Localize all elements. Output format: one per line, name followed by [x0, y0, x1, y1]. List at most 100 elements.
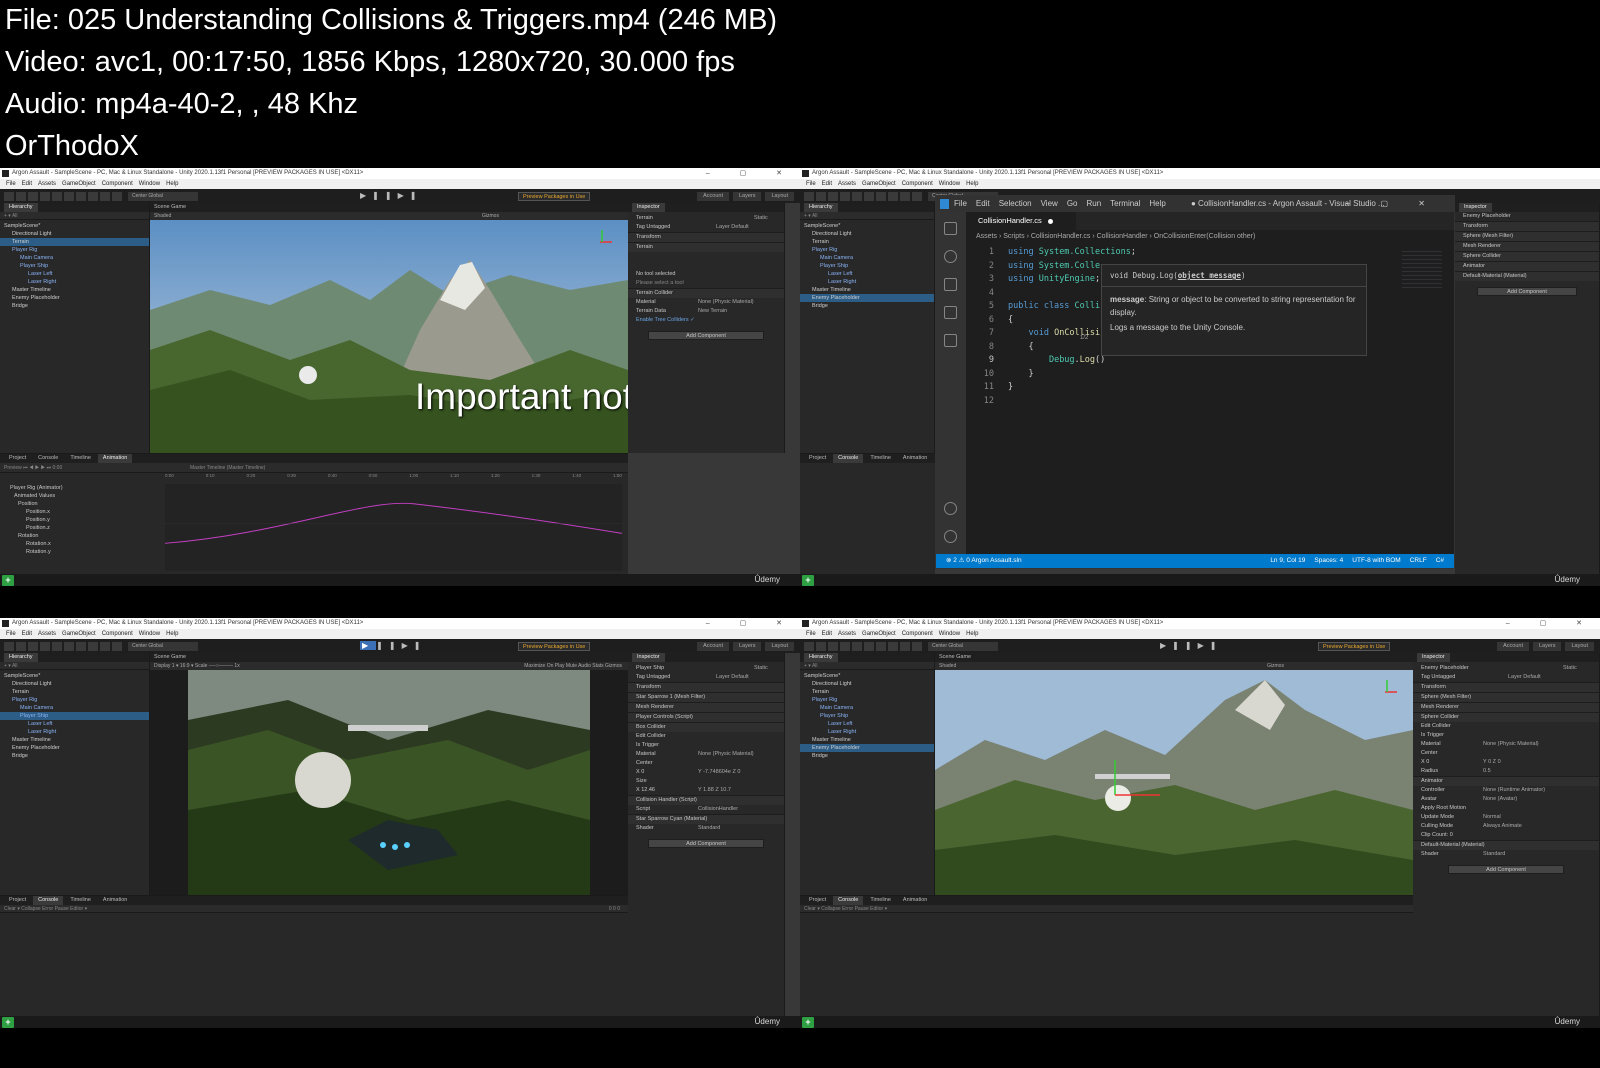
tab-project[interactable]: Project [4, 896, 31, 905]
hierarchy-item[interactable]: Terrain [0, 688, 149, 696]
extensions-icon[interactable] [944, 334, 957, 347]
static-toggle[interactable]: Static [1563, 664, 1577, 673]
hierarchy-item[interactable]: Enemy Placeholder [800, 294, 934, 302]
menu-window[interactable]: Window [939, 181, 960, 187]
static-toggle[interactable]: Static [754, 214, 768, 223]
menu-help[interactable]: Help [166, 181, 178, 187]
hierarchy-item[interactable]: Terrain [800, 688, 934, 696]
anim-property[interactable]: Position [10, 500, 165, 508]
hierarchy-item[interactable]: Main Camera [0, 254, 149, 262]
hierarchy-item[interactable]: SampleScene* [800, 222, 934, 230]
account-dropdown[interactable]: Account [697, 192, 729, 201]
hierarchy-item[interactable]: Master Timeline [0, 286, 149, 294]
hierarchy-item[interactable]: Terrain [800, 238, 934, 246]
anim-property[interactable]: Rotation [10, 532, 165, 540]
tab-timeline[interactable]: Timeline [865, 896, 896, 905]
tab-inspector[interactable]: Inspector [1417, 653, 1450, 662]
inspector-component[interactable]: Transform [1455, 221, 1599, 231]
transform-tools[interactable] [4, 192, 124, 201]
hierarchy-item[interactable]: Terrain [0, 238, 149, 246]
hierarchy-item[interactable]: Player Ship [0, 262, 149, 270]
hierarchy-search[interactable]: + ▾ All [0, 212, 149, 220]
menu-file[interactable]: File [806, 181, 816, 187]
tab-timeline[interactable]: Timeline [865, 454, 896, 463]
play-icon[interactable]: ▶ [360, 191, 372, 200]
component-transform[interactable]: Transform [628, 232, 784, 242]
inspector-component[interactable]: Animator [1455, 261, 1599, 271]
material-field[interactable]: None (Physic Material) [698, 298, 754, 307]
scene-view[interactable]: Scene Game Shaded Gizmos Important note! [150, 203, 628, 453]
inspector-component[interactable]: Sphere (Mesh Filter) [1413, 692, 1599, 702]
menu-window[interactable]: Window [139, 631, 160, 637]
hierarchy-item[interactable]: Master Timeline [0, 736, 149, 744]
anim-property[interactable]: Position.x [10, 508, 165, 516]
layers-dropdown[interactable]: Layers [1532, 642, 1562, 651]
inspector-component[interactable]: Default-Material (Material) [1413, 840, 1599, 850]
source-control-icon[interactable] [944, 278, 957, 291]
pause-icon[interactable]: ❚❚ [372, 191, 397, 200]
menu-help[interactable]: Help [166, 631, 178, 637]
tab-animation[interactable]: Animation [97, 454, 133, 463]
play-icon[interactable]: ▶ [1160, 641, 1172, 650]
tab-animation[interactable]: Animation [98, 896, 132, 905]
vscode-menu-edit[interactable]: Edit [976, 199, 990, 208]
vscode-menu-run[interactable]: Run [1086, 199, 1101, 208]
field-value[interactable]: Y 1.88 Z 10.7 [698, 786, 731, 795]
step-icon[interactable]: ▶❚ [402, 641, 427, 650]
tab-hierarchy[interactable]: Hierarchy [4, 203, 38, 212]
hierarchy-item[interactable]: Bridge [800, 302, 934, 310]
hierarchy-item[interactable]: Bridge [800, 752, 934, 760]
menu-window[interactable]: Window [939, 631, 960, 637]
anim-property[interactable]: Position.z [10, 524, 165, 532]
step-icon[interactable]: ▶❚ [398, 191, 423, 200]
field-value[interactable]: Standard [698, 824, 720, 833]
minimap[interactable] [1402, 248, 1442, 288]
object-name[interactable]: Terrain Static [628, 212, 784, 223]
hierarchy-item[interactable]: Main Camera [800, 704, 934, 712]
tab-game[interactable]: Game [171, 654, 186, 660]
tab-inspector[interactable]: Inspector [632, 203, 665, 212]
component-terrain-collider[interactable]: Terrain Collider [628, 288, 784, 298]
object-name[interactable]: Enemy Placeholder Static [1413, 662, 1599, 673]
pivot-toggle[interactable]: Center Global [128, 642, 198, 651]
breadcrumb[interactable]: Assets › Scripts › CollisionHandler.cs ›… [966, 230, 1454, 244]
vscode-menu-selection[interactable]: Selection [999, 199, 1032, 208]
inspector-component[interactable]: Sphere Collider [1455, 251, 1599, 261]
tab-scene[interactable]: Scene [154, 654, 170, 660]
window-controls[interactable]: – ▢ ✕ [1506, 618, 1596, 629]
shading-mode[interactable]: Shaded [939, 663, 956, 669]
add-component-button[interactable]: Add Component [1477, 287, 1577, 296]
field-value[interactable]: Standard [1483, 850, 1505, 859]
hierarchy-item[interactable]: Master Timeline [800, 736, 934, 744]
game-view-options[interactable]: Maximize On Play Mute Audio Stats Gizmos [524, 662, 622, 670]
tab-timeline[interactable]: Timeline [65, 896, 96, 905]
tab-console[interactable]: Console [33, 454, 63, 463]
anim-property[interactable]: Rotation.y [10, 548, 165, 556]
preview-packages-button[interactable]: Preview Packages in Use [1318, 642, 1391, 651]
transform-tools[interactable] [804, 192, 924, 201]
hierarchy-item[interactable]: Enemy Placeholder [0, 294, 149, 302]
hierarchy-item[interactable]: Laser Left [0, 720, 149, 728]
hierarchy-item[interactable]: Laser Left [0, 270, 149, 278]
object-name[interactable]: Enemy Placeholder [1455, 212, 1599, 221]
inspector-component[interactable]: Transform [628, 682, 784, 692]
shading-mode[interactable]: Shaded [154, 213, 171, 219]
vscode-menu-file[interactable]: File [954, 199, 967, 208]
field-value[interactable]: CollisionHandler [698, 805, 738, 814]
pause-icon[interactable]: ❚❚ [1172, 641, 1197, 650]
hierarchy-item[interactable]: Bridge [0, 752, 149, 760]
status-item[interactable]: C# [1436, 557, 1444, 564]
hierarchy-item[interactable]: Laser Right [800, 728, 934, 736]
hierarchy-item[interactable]: Player Rig [0, 696, 149, 704]
field-value[interactable]: Always Animate [1483, 822, 1522, 831]
status-item[interactable]: Ln 9, Col 19 [1270, 557, 1305, 564]
vscode-menu-view[interactable]: View [1041, 199, 1058, 208]
gear-icon[interactable] [944, 530, 957, 543]
layout-dropdown[interactable]: Layout [765, 192, 794, 201]
display-scale[interactable]: Display 1 ▾ 16:9 ▾ Scale ──○──── 1x [154, 663, 240, 669]
anim-curve-area[interactable] [165, 484, 622, 571]
hierarchy-item[interactable]: Directional Light [800, 680, 934, 688]
tag-dropdown[interactable]: Tag Untagged [1421, 674, 1455, 680]
field-value[interactable]: Y 0 Z 0 [1483, 758, 1501, 767]
window-controls[interactable]: – ▢ ✕ [706, 618, 796, 629]
